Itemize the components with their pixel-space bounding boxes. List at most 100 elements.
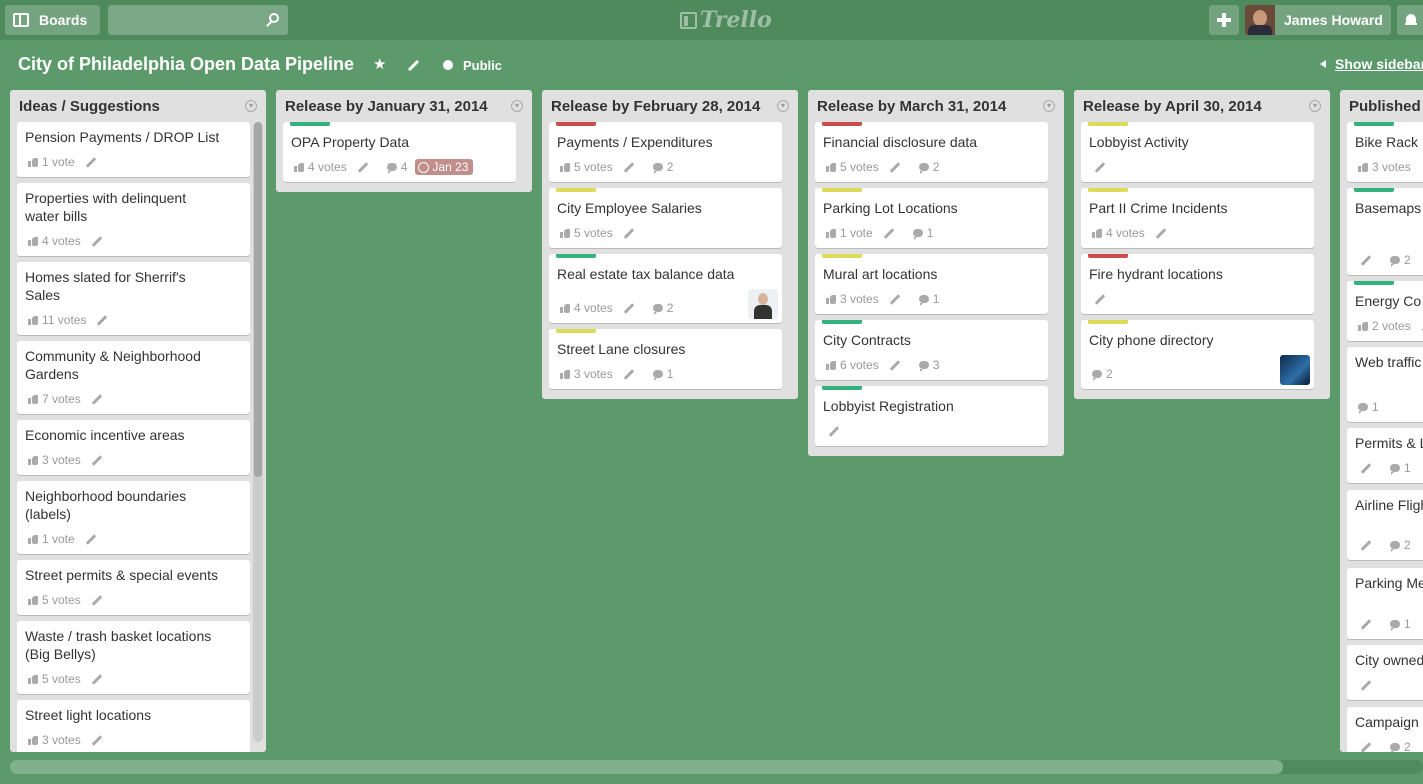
add-button[interactable] bbox=[1209, 5, 1239, 35]
card[interactable]: Campaign 2 bbox=[1347, 707, 1423, 752]
list-menu-icon[interactable]: ▾ bbox=[245, 100, 257, 112]
list-title[interactable]: Release by February 28, 2014 bbox=[542, 90, 798, 122]
pencil-icon[interactable] bbox=[91, 673, 103, 685]
edit-board-icon[interactable] bbox=[407, 59, 420, 72]
thumbs-up-icon bbox=[826, 360, 836, 370]
list-title[interactable]: Release by March 31, 2014 bbox=[808, 90, 1064, 122]
card[interactable]: Part II Crime Incidents 4 votes bbox=[1081, 188, 1314, 248]
card[interactable]: Parking Me Locations 1 bbox=[1347, 568, 1423, 639]
card-title: Pension Payments / DROP List bbox=[25, 129, 220, 145]
card[interactable]: Real estate tax balance data 4 votes 2 bbox=[549, 254, 782, 323]
visibility-label[interactable]: Public bbox=[463, 58, 502, 73]
card[interactable]: Parking Lot Locations 1 vote 1 bbox=[815, 188, 1048, 248]
list-menu-icon[interactable]: ▾ bbox=[511, 100, 523, 112]
pencil-icon[interactable] bbox=[889, 293, 901, 305]
pencil-icon[interactable] bbox=[889, 161, 901, 173]
card[interactable]: Waste / trash basket locations (Big Bell… bbox=[17, 621, 250, 694]
votes-count: 5 votes bbox=[574, 226, 613, 240]
list-title[interactable]: Release by January 31, 2014 bbox=[276, 90, 532, 122]
member-avatar[interactable] bbox=[1280, 355, 1310, 385]
pencil-icon[interactable] bbox=[1094, 293, 1106, 305]
card[interactable]: Street Lane closures 3 votes 1 bbox=[549, 329, 782, 389]
board-title[interactable]: City of Philadelphia Open Data Pipeline bbox=[18, 54, 354, 75]
pencil-icon[interactable] bbox=[623, 302, 635, 314]
pencil-icon[interactable] bbox=[91, 454, 103, 466]
card[interactable]: Lobbyist Registration bbox=[815, 386, 1048, 446]
list-title[interactable]: Release by April 30, 2014 bbox=[1074, 90, 1330, 122]
card[interactable]: OPA Property Data 4 votes 4 Jan 23 bbox=[283, 122, 516, 182]
list-scrollbar-thumb[interactable] bbox=[254, 122, 262, 477]
card[interactable]: Payments / Expenditures 5 votes 2 bbox=[549, 122, 782, 182]
pencil-icon[interactable] bbox=[623, 368, 635, 380]
card[interactable]: Street permits & special events 5 votes bbox=[17, 560, 250, 615]
search-icon[interactable] bbox=[265, 12, 281, 28]
card[interactable]: Fire hydrant locations bbox=[1081, 254, 1314, 314]
comments-badge: 2 bbox=[918, 160, 939, 174]
card[interactable]: Street light locations 3 votes bbox=[17, 700, 250, 752]
search-box[interactable] bbox=[108, 5, 288, 35]
notifications-button[interactable] bbox=[1397, 5, 1423, 35]
list-menu-icon[interactable]: ▾ bbox=[1309, 100, 1321, 112]
pencil-icon[interactable] bbox=[1360, 679, 1372, 691]
pencil-icon[interactable] bbox=[357, 161, 369, 173]
search-input[interactable] bbox=[108, 5, 258, 35]
card[interactable]: Lobbyist Activity bbox=[1081, 122, 1314, 182]
votes-badge: 4 votes bbox=[294, 160, 347, 174]
list-menu-icon[interactable]: ▾ bbox=[777, 100, 789, 112]
comments-count: 1 bbox=[1372, 400, 1379, 414]
card[interactable]: Energy Co 2 votes bbox=[1347, 281, 1423, 341]
card-badges: 1 vote bbox=[28, 154, 115, 170]
pencil-icon[interactable] bbox=[85, 156, 97, 168]
pencil-icon[interactable] bbox=[1360, 618, 1372, 630]
pencil-icon[interactable] bbox=[623, 161, 635, 173]
card-title: Payments / Expenditures bbox=[557, 134, 713, 150]
card[interactable]: Properties with delinquent water bills 4 … bbox=[17, 183, 250, 256]
member-avatar[interactable] bbox=[748, 289, 778, 319]
pencil-icon[interactable] bbox=[889, 359, 901, 371]
card[interactable]: Permits & L 1 bbox=[1347, 428, 1423, 483]
card[interactable]: Web traffic websites. 1 bbox=[1347, 347, 1423, 422]
card[interactable]: City owned bbox=[1347, 645, 1423, 700]
card[interactable]: City Employee Salaries 5 votes bbox=[549, 188, 782, 248]
card[interactable]: Homes slated for Sherrif's Sales 11 votes bbox=[17, 262, 250, 335]
list-menu-icon[interactable]: ▾ bbox=[1043, 100, 1055, 112]
card-title: Campaign bbox=[1355, 714, 1419, 730]
pencil-icon[interactable] bbox=[91, 594, 103, 606]
list-title[interactable]: Published bbox=[1340, 90, 1423, 122]
card[interactable]: Bike Rack 3 votes bbox=[1347, 122, 1423, 182]
list-title[interactable]: Ideas / Suggestions bbox=[10, 90, 266, 122]
pencil-icon[interactable] bbox=[1360, 254, 1372, 266]
card-title: Basemaps cached in bbox=[1355, 200, 1423, 216]
pencil-icon[interactable] bbox=[828, 425, 840, 437]
card[interactable]: Mural art locations 3 votes 1 bbox=[815, 254, 1048, 314]
star-icon[interactable]: ★ bbox=[373, 55, 386, 73]
card[interactable]: Pension Payments / DROP List 1 vote bbox=[17, 122, 250, 177]
boards-button[interactable]: Boards bbox=[5, 5, 100, 35]
card[interactable]: Neighborhood boundaries (labels) 1 vote bbox=[17, 481, 250, 554]
pencil-icon[interactable] bbox=[1094, 161, 1106, 173]
pencil-icon[interactable] bbox=[91, 235, 103, 247]
board-scrollbar-thumb[interactable] bbox=[10, 760, 1283, 774]
pencil-icon[interactable] bbox=[1360, 462, 1372, 474]
card[interactable]: Airline Fligh (Arrivals & 2 bbox=[1347, 490, 1423, 560]
member-menu-button[interactable]: James Howard bbox=[1245, 5, 1391, 35]
list-scrollbar[interactable] bbox=[253, 122, 263, 742]
pencil-icon[interactable] bbox=[91, 734, 103, 746]
pencil-icon[interactable] bbox=[85, 533, 97, 545]
trello-logo[interactable]: Trello bbox=[680, 6, 772, 34]
card[interactable]: Financial disclosure data 5 votes 2 bbox=[815, 122, 1048, 182]
pencil-icon[interactable] bbox=[97, 314, 108, 326]
pencil-icon[interactable] bbox=[883, 227, 895, 239]
pencil-icon[interactable] bbox=[1360, 741, 1372, 752]
card[interactable]: Economic incentive areas 3 votes bbox=[17, 420, 250, 475]
pencil-icon[interactable] bbox=[1155, 227, 1167, 239]
card[interactable]: Community & Neighborhood Gardens 7 votes bbox=[17, 341, 250, 414]
card[interactable]: City Contracts 6 votes 3 bbox=[815, 320, 1048, 380]
board-horizontal-scrollbar[interactable] bbox=[10, 760, 1423, 774]
card[interactable]: Basemaps cached in 2 bbox=[1347, 188, 1423, 275]
pencil-icon[interactable] bbox=[91, 393, 103, 405]
show-sidebar-link[interactable]: Show sidebar bbox=[1335, 56, 1423, 72]
pencil-icon[interactable] bbox=[623, 227, 635, 239]
card[interactable]: City phone directory 2 bbox=[1081, 320, 1314, 389]
pencil-icon[interactable] bbox=[1360, 539, 1372, 551]
